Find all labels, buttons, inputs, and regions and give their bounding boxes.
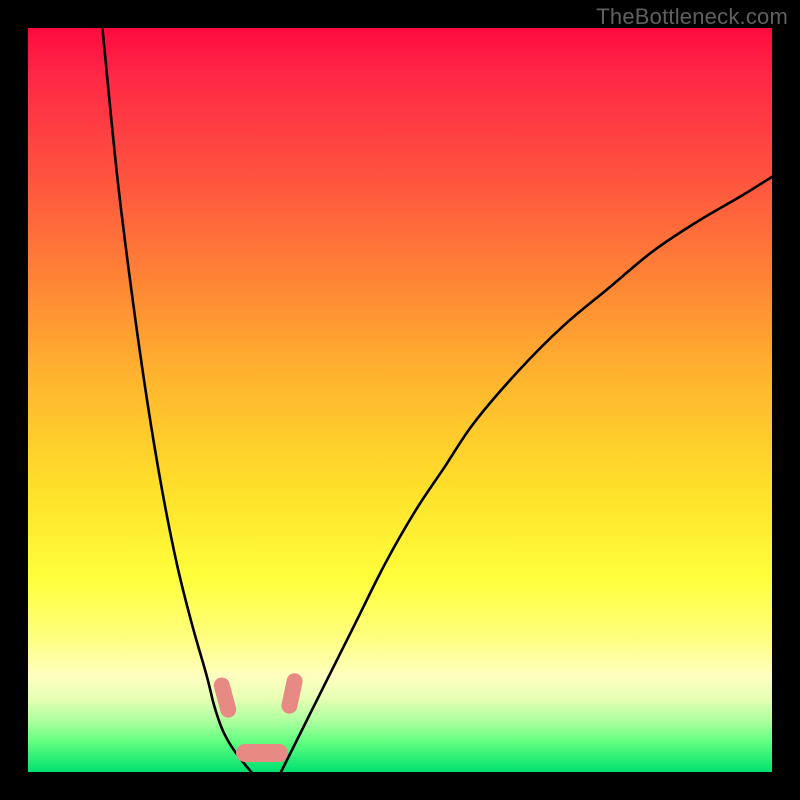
- chart-frame: TheBottleneck.com: [0, 0, 800, 800]
- plot-area: [28, 28, 772, 772]
- marker-bottom: [236, 744, 288, 762]
- curve-left-branch: [102, 28, 251, 772]
- curve-right-branch: [281, 177, 772, 772]
- watermark-text: TheBottleneck.com: [596, 4, 788, 30]
- curve-layer: [28, 28, 772, 772]
